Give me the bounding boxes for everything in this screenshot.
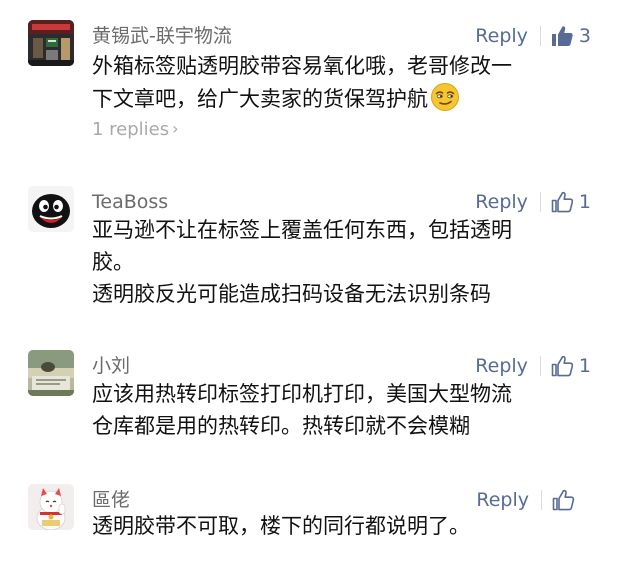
comment-list: 黄锡武-联宇物流 Reply 3 外箱标签贴透明胶带容易氧化哦，老哥修改一 下文… bbox=[0, 0, 627, 584]
comment-line: 胶。 bbox=[92, 250, 134, 274]
comment-author: 黄锡武-联宇物流 bbox=[92, 25, 232, 47]
comment-actions: Reply 3 bbox=[475, 22, 591, 50]
comment-line: 外箱标签贴透明胶带容易氧化哦，老哥修改一 bbox=[92, 54, 512, 78]
thumbs-up-outline-icon[interactable] bbox=[550, 354, 574, 378]
view-replies-link[interactable]: 1 replies › bbox=[92, 117, 179, 142]
reply-button[interactable]: Reply bbox=[476, 488, 529, 512]
avatar[interactable] bbox=[28, 350, 74, 396]
comment-text: 亚马逊不让在标签上覆盖任何东西，包括透明 胶。 透明胶反光可能造成扫码设备无法识… bbox=[92, 214, 582, 310]
thumbs-up-outline-icon[interactable] bbox=[550, 190, 574, 214]
comment-text: 应该用热转印标签打印机打印，美国大型物流 仓库都是用的热转印。热转印就不会模糊 bbox=[92, 378, 582, 442]
avatar[interactable] bbox=[28, 20, 74, 66]
divider bbox=[539, 192, 541, 212]
replies-count-label: 1 replies bbox=[92, 119, 170, 140]
divider bbox=[541, 490, 542, 510]
reply-button[interactable]: Reply bbox=[475, 24, 528, 48]
comment-line: 仓库都是用的热转印。热转印就不会模糊 bbox=[92, 414, 470, 438]
avatar[interactable] bbox=[28, 186, 74, 232]
storefront-photo-avatar bbox=[28, 20, 74, 66]
comment-line: 下文章吧，给广大卖家的货保驾护航 bbox=[92, 87, 428, 111]
comment-line: 透明胶带不可取，楼下的同行都说明了。 bbox=[92, 514, 470, 538]
reply-button[interactable]: Reply bbox=[475, 190, 528, 214]
comment-author: TeaBoss bbox=[92, 191, 169, 213]
avatar[interactable] bbox=[28, 484, 74, 530]
comment-actions: Reply 1 bbox=[475, 188, 591, 216]
lucky-cat-avatar bbox=[28, 484, 74, 530]
reply-button[interactable]: Reply bbox=[475, 354, 528, 378]
smirk-emoji-icon bbox=[430, 82, 460, 112]
chevron-right-icon: › bbox=[172, 119, 179, 138]
comment-line: 透明胶反光可能造成扫码设备无法识别条码 bbox=[92, 282, 491, 306]
comment-author: 區佬 bbox=[92, 489, 131, 511]
reading-photo-avatar bbox=[28, 350, 74, 396]
like-count: 1 bbox=[578, 191, 591, 213]
comment-text: 透明胶带不可取，楼下的同行都说明了。 bbox=[92, 510, 582, 542]
like-count: 1 bbox=[578, 355, 591, 377]
comment-line-with-emoji: 下文章吧，给广大卖家的货保驾护航 bbox=[92, 82, 582, 115]
black-face-cartoon-avatar bbox=[28, 186, 74, 232]
divider bbox=[539, 26, 541, 46]
thumbs-up-outline-icon[interactable] bbox=[551, 488, 575, 512]
thumbs-up-filled-icon[interactable] bbox=[550, 24, 574, 48]
comment-line: 应该用热转印标签打印机打印，美国大型物流 bbox=[92, 382, 512, 406]
like-count: 3 bbox=[578, 25, 591, 47]
comment-text: 外箱标签贴透明胶带容易氧化哦，老哥修改一 下文章吧，给广大卖家的货保驾护航 bbox=[92, 50, 582, 115]
comment-author: 小刘 bbox=[92, 355, 131, 377]
divider bbox=[539, 356, 541, 376]
comment-actions: Reply 1 bbox=[475, 352, 591, 380]
comment-line: 亚马逊不让在标签上覆盖任何东西，包括透明 bbox=[92, 218, 512, 242]
